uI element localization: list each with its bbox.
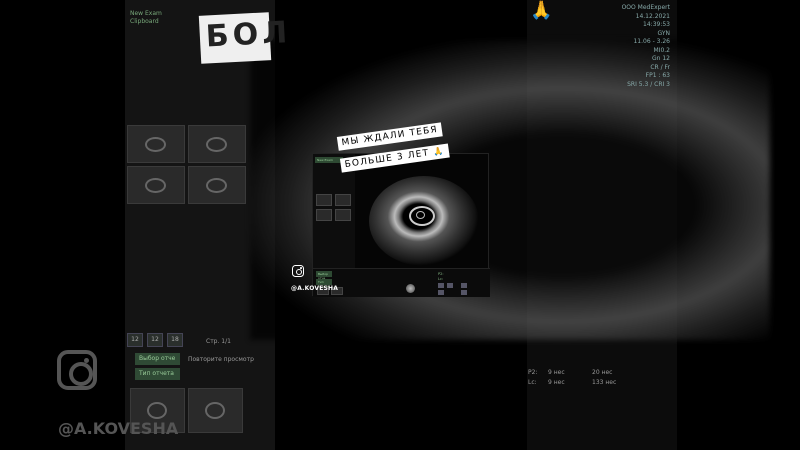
- frame-icon: [438, 290, 444, 295]
- bg-thumbnail: [188, 166, 246, 204]
- bg-info-line: Gn 12: [652, 55, 670, 62]
- bg-lc-label: Lc:: [528, 379, 537, 386]
- bg-info-line: CR / Fr: [650, 63, 670, 71]
- frame-icon: [461, 283, 467, 288]
- bg-thumbnail: [127, 166, 185, 204]
- frame-icon: [438, 283, 444, 288]
- bg-page-label: Стр. 1/1: [206, 338, 231, 345]
- bg-header-new-exam: New Exam: [130, 10, 162, 17]
- frame-icon: [461, 290, 467, 295]
- frame-bottom-panel: Выбор отче Тип отчета P2: Lc:: [313, 268, 490, 297]
- bg-info-line: FP1 : 63: [645, 72, 670, 79]
- bg-lc-num: 133 нес: [592, 379, 617, 386]
- frame-thumbnail: [316, 194, 332, 206]
- bg-date: 14.12.2021: [635, 12, 670, 20]
- bg-thumbnail: [188, 125, 246, 163]
- bg-tab: Выбор отче: [135, 353, 180, 365]
- bg-info-line: SRI 5.3 / CRI 3: [627, 80, 670, 88]
- bg-handle: @A.KOVESHA: [58, 419, 179, 438]
- bg-header-clipboard: Clipboard: [130, 18, 159, 25]
- bg-button: 12: [127, 333, 143, 347]
- bg-sign-text: БОЛ: [198, 12, 292, 64]
- gestational-sac: [409, 206, 435, 226]
- bg-info-line: GYN: [657, 29, 670, 37]
- frame-thumbnail: [316, 209, 332, 221]
- bg-p2-label: P2:: [528, 369, 538, 376]
- ultrasound-scan: [359, 166, 487, 276]
- bg-instagram-icon: [57, 350, 97, 390]
- frame-lc: Lc:: [438, 277, 444, 281]
- ultrasound-frame: New Exam Выбор отче Тип отчета P2: Lc:: [312, 153, 490, 297]
- bg-button: 18: [167, 333, 183, 347]
- bg-info-line: 11.06 - 3.26: [633, 38, 670, 45]
- bg-tab: Повторите просмотр: [188, 356, 254, 363]
- frame-thumbnail: [335, 194, 351, 206]
- bg-info-line: MI0.2: [653, 46, 671, 54]
- frame-thumbnail: [335, 209, 351, 221]
- frame-p2: P2:: [438, 272, 444, 276]
- bg-pray-emoji: 🙏: [530, 0, 553, 21]
- frame-icon: [447, 283, 453, 288]
- pray-emoji-icon: 🙏: [432, 146, 445, 157]
- bg-lc-value: 9 нес: [548, 379, 565, 386]
- instagram-icon: [292, 265, 304, 277]
- bg-thumbnail: [188, 388, 243, 433]
- instagram-handle: @A.KOVESHA: [291, 285, 339, 292]
- bg-clinic-name: ООО MedExpert: [621, 4, 670, 11]
- bg-tab: Тип отчета: [135, 368, 180, 380]
- bg-p2-value: 9 нес: [548, 369, 565, 376]
- frame-indicator-dot: [406, 284, 415, 293]
- bg-time: 14:39:53: [643, 21, 670, 28]
- frame-tab: Выбор отче: [316, 271, 332, 280]
- bg-button: 12: [147, 333, 163, 347]
- bg-p2-num: 20 нес: [592, 369, 613, 376]
- bg-thumbnail: [127, 125, 185, 163]
- bg-right-info: ООО MedExpert 14.12.2021 14:39:53 GYN 11…: [540, 4, 670, 89]
